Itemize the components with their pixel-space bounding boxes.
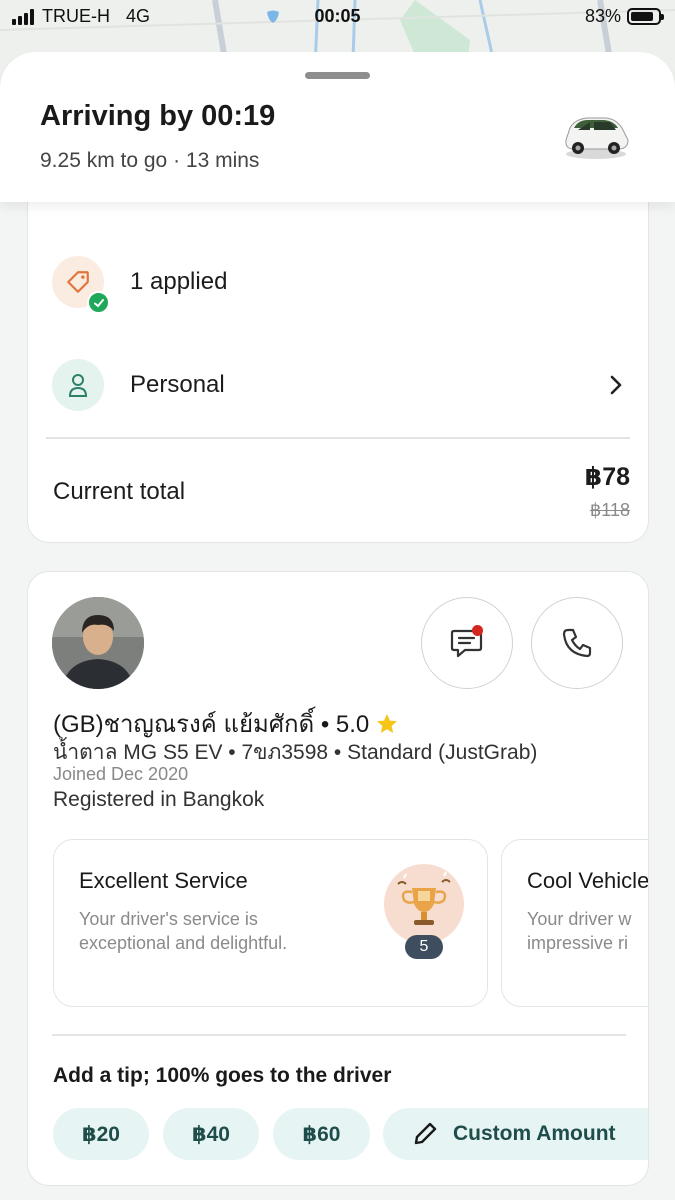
star-icon <box>377 713 398 733</box>
tip-option-button[interactable]: ฿60 <box>273 1108 370 1160</box>
status-right: 83% <box>584 6 664 27</box>
driver-registered: Registered in Bangkok <box>53 788 265 811</box>
call-button[interactable] <box>531 597 623 689</box>
trophy-icon <box>384 864 464 944</box>
status-bar: TRUE-H 4G 00:05 83% <box>0 0 675 36</box>
trip-status-sheet[interactable]: Arriving by 00:19 9.25 km to go · 13 min… <box>0 52 675 202</box>
check-icon <box>87 291 110 314</box>
divider <box>46 437 630 439</box>
driver-avatar[interactable] <box>52 597 144 689</box>
arrival-title: Arriving by 00:19 <box>40 100 276 132</box>
total-value: ฿78 <box>584 463 630 491</box>
tip-option-button[interactable]: ฿20 <box>53 1108 149 1160</box>
driver-joined: Joined Dec 2020 <box>53 764 189 784</box>
chevron-right-icon[interactable] <box>608 373 624 397</box>
profile-label: Personal <box>130 371 225 398</box>
compliment-count-badge: 5 <box>405 935 443 959</box>
compliment-description: Your driver's service is exceptional and… <box>79 909 288 953</box>
driver-card: (GB)ชาญณรงค์ แย้มศักดิ์ • 5.0 น้ำตาล MG … <box>27 571 649 1186</box>
chat-button[interactable] <box>421 597 513 689</box>
car-icon <box>565 117 629 159</box>
total-original-price: ฿118 <box>589 500 630 520</box>
promo-row[interactable]: 1 applied <box>52 256 628 314</box>
person-icon <box>52 359 104 411</box>
pencil-icon <box>414 1122 437 1145</box>
compliment-card[interactable]: Cool Vehicle Your driver w impressive ri <box>501 839 649 1007</box>
distance-eta: 9.25 km to go · 13 mins <box>40 149 260 172</box>
phone-icon <box>562 628 592 658</box>
total-label: Current total <box>53 478 186 505</box>
custom-tip-button[interactable]: Custom Amount <box>383 1108 648 1160</box>
divider <box>52 1034 626 1036</box>
tip-title: Add a tip; 100% goes to the driver <box>53 1064 392 1087</box>
battery-percent: 83% <box>584 6 621 26</box>
status-time: 00:05 <box>314 6 361 26</box>
compliment-card[interactable]: Excellent Service Your driver's service … <box>53 839 488 1007</box>
compliment-title: Cool Vehicle <box>527 868 649 893</box>
compliment-description: Your driver w impressive ri <box>527 909 632 953</box>
profile-row[interactable]: Personal <box>52 359 628 411</box>
compliment-title: Excellent Service <box>79 868 248 893</box>
battery-icon <box>627 8 664 25</box>
drag-handle[interactable] <box>305 72 370 79</box>
notification-dot <box>472 625 483 636</box>
payment-card: 1 applied Personal Current total ฿78 ฿11… <box>27 180 649 543</box>
promo-tag-icon <box>52 256 110 314</box>
promo-label: 1 applied <box>130 268 228 295</box>
custom-tip-label: Custom Amount <box>453 1122 616 1145</box>
tip-option-button[interactable]: ฿40 <box>163 1108 259 1160</box>
